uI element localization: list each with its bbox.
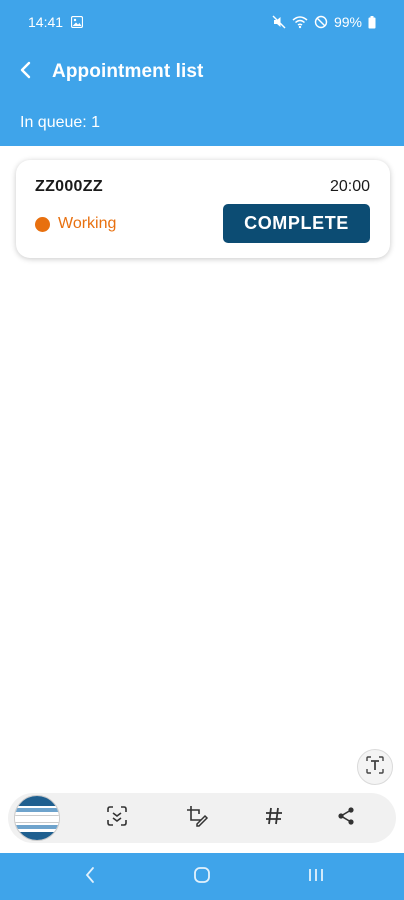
- crop-edit-icon: [185, 804, 209, 833]
- appointment-time: 20:00: [329, 178, 370, 195]
- status-dot-icon: [35, 216, 50, 232]
- hashtag-icon: [264, 806, 284, 831]
- vehicle-plate: ZZ000ZZ: [35, 178, 103, 195]
- screenshot-thumbnail[interactable]: [14, 795, 60, 841]
- status-indicator: Working: [35, 215, 116, 233]
- dnd-icon: [314, 15, 328, 29]
- page-title: Appointment list: [52, 61, 204, 82]
- nav-recents-button[interactable]: [294, 861, 338, 893]
- chevron-left-icon: [19, 61, 33, 84]
- nav-back-button[interactable]: [68, 861, 112, 893]
- share-button[interactable]: [328, 800, 364, 836]
- text-extract-button[interactable]: [357, 749, 393, 785]
- hashtag-button[interactable]: [256, 800, 292, 836]
- nav-home-button[interactable]: [180, 861, 224, 893]
- system-nav-bar: [0, 853, 404, 900]
- mute-icon: [272, 15, 286, 29]
- clock: 14:41: [28, 14, 64, 30]
- gallery-icon: [71, 16, 84, 28]
- complete-button[interactable]: COMPLETE: [223, 204, 370, 243]
- queue-bar: In queue: 1: [0, 100, 404, 146]
- app-bar: Appointment list: [0, 44, 404, 100]
- back-button[interactable]: [0, 44, 52, 100]
- recents-nav-icon: [307, 866, 325, 889]
- appointment-card[interactable]: ZZ000ZZ 20:00 Working COMPLETE: [16, 160, 390, 258]
- crop-edit-button[interactable]: [179, 800, 215, 836]
- text-extract-icon: [365, 755, 385, 780]
- status-label: Working: [58, 215, 117, 232]
- queue-count: In queue: 1: [20, 114, 101, 131]
- battery-percent: 99%: [333, 14, 362, 30]
- back-nav-icon: [84, 866, 96, 889]
- status-bar: 14:41 99%: [0, 0, 404, 44]
- scan-button[interactable]: [99, 800, 135, 836]
- scan-icon: [106, 805, 128, 832]
- battery-icon: [368, 15, 376, 29]
- wifi-icon: [292, 15, 308, 29]
- screenshot-toolbar: [8, 793, 396, 843]
- home-nav-icon: [193, 866, 211, 889]
- share-icon: [336, 806, 356, 831]
